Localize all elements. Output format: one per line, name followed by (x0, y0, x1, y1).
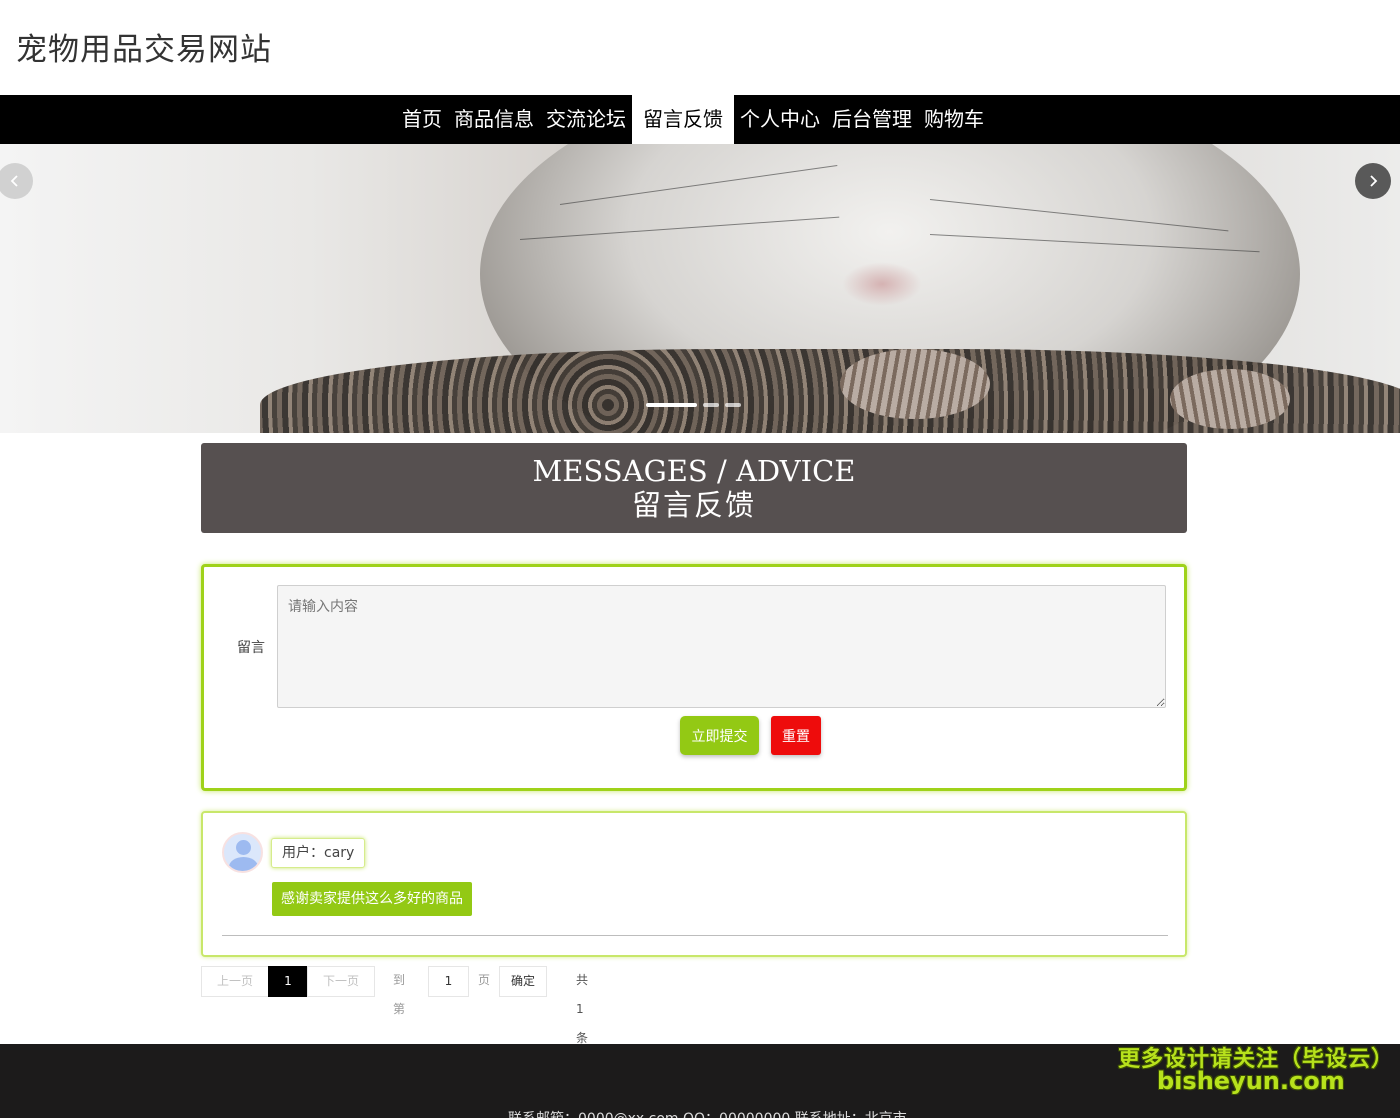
avatar-body (229, 857, 258, 871)
message-content: 感谢卖家提供这么多好的商品 (272, 882, 472, 916)
pagination-prev[interactable]: 上一页 (201, 966, 269, 997)
nav-item-forum[interactable]: 交流论坛 (540, 95, 632, 144)
site-title: 宠物用品交易网站 (16, 32, 272, 68)
carousel-dot-2[interactable] (703, 403, 719, 407)
pagination-page-label: 页 (478, 973, 491, 987)
nav-item-personal-center[interactable]: 个人中心 (734, 95, 826, 144)
banner-image-paw (1170, 369, 1290, 429)
nav-list: 首页 商品信息 交流论坛 留言反馈 个人中心 后台管理 购物车 (396, 95, 990, 144)
footer-contact: 联系邮箱：0000@xx.com QQ：00000000 联系地址：北京市 (508, 1108, 907, 1118)
nav-item-cart[interactable]: 购物车 (918, 95, 990, 144)
nav-item-products[interactable]: 商品信息 (448, 95, 540, 144)
nav-item-admin[interactable]: 后台管理 (826, 95, 918, 144)
banner-image-paw (840, 349, 990, 419)
message-user: 用户：cary (271, 838, 366, 868)
section-title-cn: 留言反馈 (631, 488, 756, 522)
section-title-en: MESSAGES / ADVICE (532, 454, 856, 488)
chevron-right-icon (1370, 175, 1378, 187)
pagination-total: 共 1 条 (576, 973, 589, 1045)
pagination-goto-input[interactable]: 1 (428, 966, 469, 997)
carousel-indicators (646, 403, 741, 407)
carousel-next-button[interactable] (1355, 163, 1391, 199)
pagination-current-page[interactable]: 1 (268, 966, 308, 997)
section-title: MESSAGES / ADVICE 留言反馈 (201, 443, 1187, 533)
nav-item-home[interactable]: 首页 (396, 95, 448, 144)
nav-item-feedback[interactable]: 留言反馈 (632, 95, 734, 144)
pagination-confirm-button[interactable]: 确定 (499, 966, 547, 997)
carousel-dot-3[interactable] (725, 403, 741, 407)
site-header: 宠物用品交易网站 (0, 0, 1400, 95)
avatar-head (236, 840, 251, 855)
pagination-goto-label: 到第 (393, 973, 406, 1016)
message-list: 用户：cary 感谢卖家提供这么多好的商品 (201, 811, 1187, 957)
banner-image-mouth (842, 262, 922, 306)
chevron-left-icon (10, 175, 18, 187)
main-nav: 首页 商品信息 交流论坛 留言反馈 个人中心 后台管理 购物车 (0, 95, 1400, 144)
banner-carousel (0, 144, 1400, 433)
pagination-next[interactable]: 下一页 (307, 966, 375, 997)
message-label: 留言 (237, 640, 265, 656)
message-form: 留言 立即提交 重置 (201, 564, 1187, 791)
message-textarea[interactable] (277, 585, 1166, 708)
user-avatar-icon (222, 832, 263, 873)
message-divider (222, 935, 1168, 936)
reset-button[interactable]: 重置 (771, 716, 821, 755)
submit-button[interactable]: 立即提交 (680, 716, 759, 755)
watermark-line2: bisheyun.com (1157, 1067, 1345, 1095)
carousel-dot-1[interactable] (646, 403, 697, 407)
